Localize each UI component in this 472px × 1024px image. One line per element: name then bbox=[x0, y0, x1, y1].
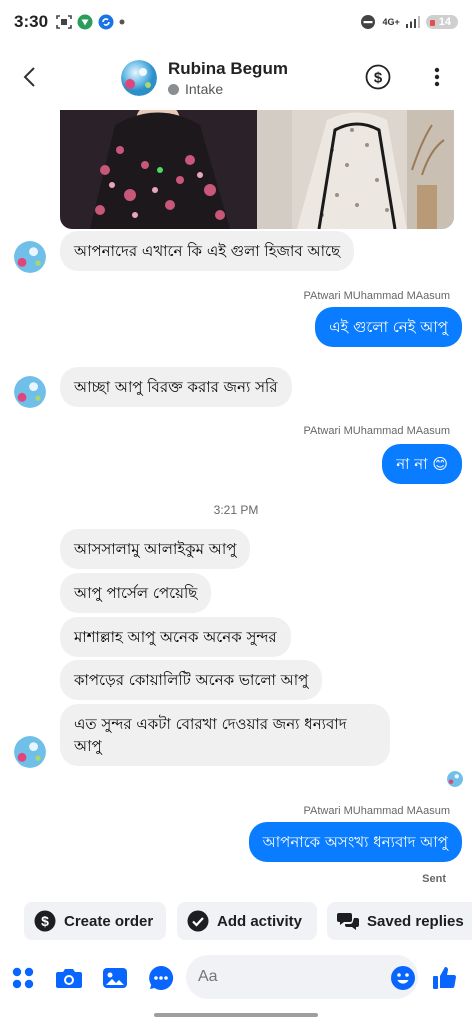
message-composer bbox=[0, 955, 472, 1001]
seen-receipt-avatar bbox=[447, 771, 463, 787]
create-order-label: Create order bbox=[64, 912, 154, 930]
scan-icon bbox=[56, 14, 72, 30]
quick-actions-bar: $ Create order Add activity Saved replie… bbox=[0, 902, 472, 942]
contact-status: Intake bbox=[168, 81, 223, 97]
status-dot-icon bbox=[168, 83, 179, 95]
battery-indicator: 14 bbox=[425, 15, 458, 29]
sender-name: PAtwari MUhammad MAasum bbox=[303, 290, 451, 302]
message-incoming[interactable]: মাশাল্লাহ আপু অনেক অনেক সুন্দর bbox=[60, 617, 291, 657]
add-activity-label: Add activity bbox=[217, 912, 303, 930]
sender-name: PAtwari MUhammad MAasum bbox=[303, 425, 451, 437]
gallery-button[interactable] bbox=[100, 963, 130, 993]
emoji-icon bbox=[391, 966, 415, 990]
message-line: এত সুন্দর একটা বোরখা দেওয়ার জন্য ধন্যবা… bbox=[74, 715, 347, 733]
more-vert-icon bbox=[434, 67, 440, 87]
message-outgoing[interactable]: এই গুলো নেই আপু bbox=[315, 307, 462, 347]
status-time: 3:30 bbox=[14, 12, 49, 31]
svg-text:$: $ bbox=[41, 913, 49, 929]
message-incoming[interactable]: কাপড়ের কোয়ালিটি অনেক ভালো আপু bbox=[60, 660, 323, 700]
like-icon bbox=[433, 967, 457, 989]
message-line: আপু bbox=[74, 737, 102, 755]
gallery-icon bbox=[103, 968, 127, 988]
message-incoming[interactable]: এত সুন্দর একটা বোরখা দেওয়ার জন্য ধন্যবা… bbox=[60, 704, 390, 766]
chat-bubbles-icon bbox=[337, 913, 359, 930]
saved-replies-label: Saved replies bbox=[367, 912, 464, 930]
photo-floral-hijab[interactable] bbox=[60, 110, 257, 229]
message-outgoing[interactable]: আপনাকে অসংখ্য ধন্যবাদ আপু bbox=[248, 822, 462, 862]
like-button[interactable] bbox=[430, 963, 460, 993]
home-indicator[interactable] bbox=[154, 1013, 318, 1017]
message-incoming[interactable]: আসসালামু আলাইকুম আপু bbox=[60, 529, 251, 569]
payment-button[interactable]: $ bbox=[364, 63, 392, 91]
message-outgoing[interactable]: না না 😊 bbox=[382, 444, 462, 484]
add-activity-button[interactable]: Add activity bbox=[177, 902, 317, 940]
message-timestamp: 3:21 PM bbox=[213, 503, 259, 517]
conversation-header: Rubina Begum Intake $ bbox=[0, 44, 472, 110]
message-incoming[interactable]: আপনাদের এখানে কি এই গুলা হিজাব আছে bbox=[60, 231, 355, 271]
apps-icon bbox=[12, 967, 34, 989]
back-arrow-icon bbox=[23, 67, 35, 87]
check-circle-icon bbox=[187, 910, 209, 932]
dot-icon bbox=[119, 19, 125, 25]
svg-text:$: $ bbox=[374, 70, 383, 87]
contact-avatar-small[interactable] bbox=[14, 376, 46, 408]
sync-icon bbox=[98, 14, 114, 30]
shared-photos[interactable] bbox=[60, 110, 454, 229]
contact-avatar-small[interactable] bbox=[14, 736, 46, 768]
dollar-circle-icon: $ bbox=[34, 910, 56, 932]
dollar-icon: $ bbox=[365, 64, 391, 90]
network-type: 4G+ bbox=[382, 16, 400, 27]
vpn-shield-icon bbox=[77, 14, 93, 30]
saved-replies-button[interactable]: Saved replies bbox=[327, 902, 472, 940]
sender-name: PAtwari MUhammad MAasum bbox=[303, 805, 451, 817]
voice-button[interactable] bbox=[146, 963, 176, 993]
signal-icon bbox=[405, 16, 420, 28]
notification-icons bbox=[56, 14, 125, 30]
more-options-button[interactable] bbox=[426, 63, 448, 91]
emoji-button[interactable] bbox=[388, 963, 418, 993]
message-list[interactable]: আপনাদের এখানে কি এই গুলা হিজাব আছে PAtwa… bbox=[0, 110, 472, 890]
photo-printed-burqa[interactable] bbox=[257, 110, 454, 229]
message-incoming[interactable]: আপু পার্সেল পেয়েছি bbox=[60, 573, 212, 613]
back-button[interactable] bbox=[0, 44, 60, 110]
contact-avatar-small[interactable] bbox=[14, 241, 46, 273]
apps-button[interactable] bbox=[8, 963, 38, 993]
delivery-status: Sent bbox=[422, 873, 446, 885]
message-input[interactable] bbox=[186, 955, 418, 999]
contact-name[interactable]: Rubina Begum bbox=[168, 59, 288, 79]
contact-status-label: Intake bbox=[185, 81, 224, 97]
status-bar: 3:30 4G+ 14 bbox=[0, 0, 472, 44]
create-order-button[interactable]: $ Create order bbox=[24, 902, 166, 940]
system-icons: 4G+ 14 bbox=[360, 14, 458, 30]
dnd-icon bbox=[360, 14, 376, 30]
contact-avatar[interactable] bbox=[121, 60, 157, 96]
message-incoming[interactable]: আচ্ছা আপু বিরক্ত করার জন্য সরি bbox=[60, 367, 292, 407]
camera-button[interactable] bbox=[54, 963, 84, 993]
camera-icon bbox=[56, 969, 82, 988]
voice-icon bbox=[149, 965, 174, 990]
